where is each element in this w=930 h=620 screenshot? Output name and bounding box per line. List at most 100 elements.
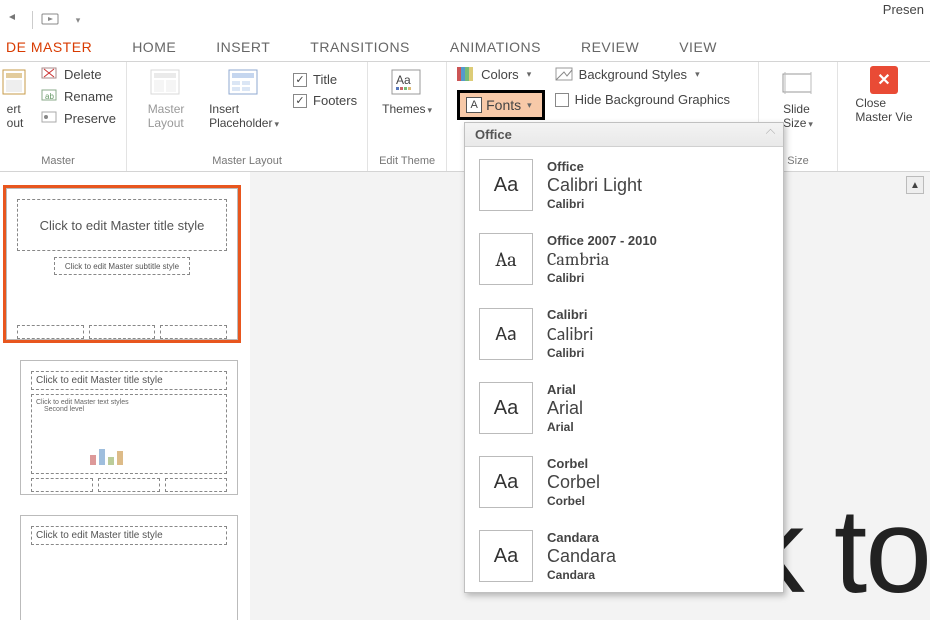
layout-title-placeholder: Click to edit Master title style bbox=[31, 526, 227, 545]
preserve-button[interactable]: Preserve bbox=[40, 110, 116, 126]
preserve-icon bbox=[40, 110, 58, 126]
font-theme-body: Arial bbox=[547, 420, 583, 434]
themes-button[interactable]: Aa Themes▾ bbox=[378, 66, 436, 116]
chevron-down-icon: ▾ bbox=[274, 119, 279, 129]
rename-icon: ab bbox=[40, 88, 58, 104]
font-theme-name: Candara bbox=[547, 530, 616, 545]
svg-text:ab: ab bbox=[45, 92, 54, 101]
tab-view[interactable]: VIEW bbox=[673, 35, 723, 61]
font-theme-item[interactable]: Aa Office 2007 - 2010CambriaCalibri bbox=[465, 221, 783, 295]
layout-icon bbox=[0, 66, 32, 100]
tab-transitions[interactable]: TRANSITIONS bbox=[304, 35, 416, 61]
tab-insert[interactable]: INSERT bbox=[210, 35, 276, 61]
master-layout-label: Master Layout bbox=[148, 102, 185, 130]
font-theme-item[interactable]: AaArialArialArial bbox=[465, 370, 783, 444]
title-checkbox[interactable]: ✓Title bbox=[293, 72, 357, 87]
chevron-down-icon: ▾ bbox=[527, 100, 532, 111]
font-theme-heading: Cambria bbox=[547, 249, 657, 270]
tab-review[interactable]: REVIEW bbox=[575, 35, 645, 61]
hide-background-checkbox[interactable]: Hide Background Graphics bbox=[555, 92, 730, 107]
undo-dropdown-icon[interactable] bbox=[4, 9, 26, 31]
separator bbox=[32, 11, 33, 29]
font-sample-icon: Aa bbox=[479, 233, 533, 285]
font-theme-body: Candara bbox=[547, 568, 616, 582]
slide-size-icon bbox=[781, 66, 815, 100]
chevron-down-icon: ▾ bbox=[428, 105, 433, 115]
font-theme-item[interactable]: AaOfficeCalibri LightCalibri bbox=[465, 147, 783, 221]
group-label-edit-theme: Edit Theme bbox=[378, 153, 436, 169]
layout-thumbnail[interactable]: Click to edit Master title style Click t… bbox=[20, 360, 238, 495]
app-title: Presen bbox=[883, 2, 924, 17]
font-sample-icon: Aa bbox=[479, 308, 533, 360]
font-sample-icon: Aa bbox=[479, 456, 533, 508]
footer-placeholder bbox=[165, 478, 227, 492]
tab-home[interactable]: HOME bbox=[126, 35, 182, 61]
font-theme-body: Calibri bbox=[547, 271, 657, 285]
group-label-master-layout: Master Layout bbox=[137, 153, 357, 169]
tab-animations[interactable]: ANIMATIONS bbox=[444, 35, 547, 61]
themes-label: Themes▾ bbox=[382, 102, 432, 116]
fonts-icon: A bbox=[466, 97, 482, 113]
qat-dropdown-icon[interactable]: ▾ bbox=[67, 9, 89, 31]
footer-placeholder bbox=[160, 325, 227, 339]
master-layout-button[interactable]: Master Layout bbox=[137, 66, 195, 130]
font-sample-icon: Aa bbox=[479, 530, 533, 582]
close-icon: ✕ bbox=[870, 66, 898, 94]
close-master-view-button[interactable]: ✕ Close Master Vie bbox=[848, 66, 920, 124]
font-theme-item[interactable]: AaCalibriCalibriCalibri bbox=[465, 295, 783, 370]
footers-checkbox[interactable]: ✓Footers bbox=[293, 93, 357, 108]
preserve-label: Preserve bbox=[64, 111, 116, 126]
font-sample-icon: Aa bbox=[479, 159, 533, 211]
chart-preview-icon bbox=[90, 449, 123, 465]
group-label-close bbox=[848, 153, 920, 169]
font-theme-name: Office 2007 - 2010 bbox=[547, 233, 657, 248]
layout-text-line: Second level bbox=[44, 406, 222, 413]
background-styles-button[interactable]: Background Styles ▾ bbox=[555, 66, 730, 82]
font-theme-name: Calibri bbox=[547, 307, 593, 322]
font-theme-item[interactable]: AaCandaraCandaraCandara bbox=[465, 518, 783, 592]
layout-thumbnail[interactable]: Click to edit Master title style bbox=[20, 515, 238, 620]
colors-label: Colors bbox=[481, 67, 519, 82]
font-theme-item[interactable]: AaCorbelCorbelCorbel bbox=[465, 444, 783, 518]
master-title-placeholder: Click to edit Master title style bbox=[17, 199, 227, 251]
master-slide-thumbnail[interactable]: Click to edit Master title style Click t… bbox=[6, 188, 238, 340]
font-theme-heading: Candara bbox=[547, 546, 616, 567]
placeholder-icon bbox=[227, 66, 261, 100]
group-close: ✕ Close Master Vie bbox=[838, 62, 930, 171]
insert-layout-button[interactable]: ert out bbox=[0, 66, 30, 130]
fonts-dropdown-list: AaOfficeCalibri LightCalibriAaOffice 200… bbox=[465, 147, 783, 592]
background-styles-label: Background Styles bbox=[579, 67, 687, 82]
rename-label: Rename bbox=[64, 89, 113, 104]
chevron-down-icon: ▾ bbox=[695, 69, 700, 80]
fonts-button[interactable]: A Fonts ▾ bbox=[457, 90, 545, 120]
font-sample-icon: Aa bbox=[479, 382, 533, 434]
ribbon-tabs: DE MASTER HOME INSERT TRANSITIONS ANIMAT… bbox=[0, 34, 930, 62]
fonts-dropdown-panel: Office AaOfficeCalibri LightCalibriAaOff… bbox=[464, 122, 784, 593]
font-theme-heading: Calibri bbox=[547, 323, 593, 345]
footer-placeholder bbox=[31, 478, 93, 492]
delete-button[interactable]: Delete bbox=[40, 66, 116, 82]
colors-button[interactable]: Colors ▾ bbox=[457, 66, 545, 82]
scroll-up-icon[interactable]: ▲ bbox=[906, 176, 924, 194]
footer-placeholder bbox=[98, 478, 160, 492]
thumbnail-pane[interactable]: Click to edit Master title style Click t… bbox=[0, 172, 250, 620]
master-layout-icon bbox=[149, 66, 183, 100]
tab-slide-master[interactable]: DE MASTER bbox=[0, 35, 98, 61]
chevron-down-icon: ▾ bbox=[527, 69, 532, 80]
group-label-edit-master: Master bbox=[0, 153, 116, 169]
font-theme-name: Arial bbox=[547, 382, 583, 397]
font-theme-name: Corbel bbox=[547, 456, 600, 471]
insert-layout-label: ert out bbox=[7, 102, 24, 130]
presentation-mode-icon[interactable] bbox=[39, 9, 61, 31]
colors-icon bbox=[457, 66, 475, 82]
font-theme-name: Office bbox=[547, 159, 642, 174]
font-theme-body: Calibri bbox=[547, 197, 642, 211]
group-edit-theme: Aa Themes▾ Edit Theme bbox=[368, 62, 447, 171]
fonts-label: Fonts bbox=[486, 97, 521, 113]
font-theme-body: Corbel bbox=[547, 494, 600, 508]
font-theme-heading: Arial bbox=[547, 398, 583, 419]
footer-placeholder bbox=[17, 325, 84, 339]
insert-placeholder-button[interactable]: Insert Placeholder▾ bbox=[205, 66, 283, 130]
rename-button[interactable]: ab Rename bbox=[40, 88, 116, 104]
slide-size-button[interactable]: Slide Size▾ bbox=[769, 66, 827, 130]
